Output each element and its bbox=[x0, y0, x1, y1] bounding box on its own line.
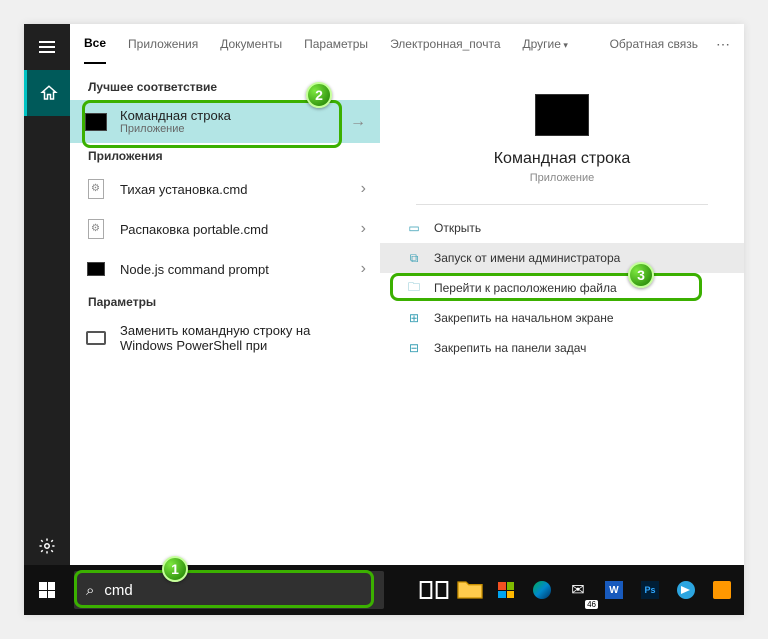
action-run-as-admin[interactable]: ⧉ Запуск от имени администратора bbox=[380, 243, 744, 273]
divider bbox=[416, 204, 707, 205]
tab-email[interactable]: Электронная_почта bbox=[390, 25, 500, 63]
expand-arrow-icon[interactable]: → bbox=[350, 113, 366, 131]
home-icon bbox=[40, 84, 58, 102]
annotation-badge-2: 2 bbox=[306, 82, 332, 108]
chevron-right-icon: › bbox=[361, 260, 366, 278]
results-column: Лучшее соответствие Командная строка При… bbox=[70, 64, 380, 565]
home-button[interactable] bbox=[24, 70, 70, 116]
pin-icon: ⊞ bbox=[406, 310, 422, 326]
store-icon bbox=[498, 582, 514, 598]
section-best-match: Лучшее соответствие bbox=[70, 74, 380, 100]
filter-tabs: Все Приложения Документы Параметры Элект… bbox=[70, 24, 744, 64]
tab-settings[interactable]: Параметры bbox=[304, 25, 368, 63]
action-label: Закрепить на панели задач bbox=[434, 341, 586, 355]
photoshop-icon: Ps bbox=[641, 581, 659, 599]
preview-column: Командная строка Приложение ▭ Открыть ⧉ … bbox=[380, 64, 744, 565]
action-pin-start[interactable]: ⊞ Закрепить на начальном экране bbox=[380, 303, 744, 333]
sublime-button[interactable] bbox=[706, 573, 738, 607]
action-pin-taskbar[interactable]: ⊟ Закрепить на панели задач bbox=[380, 333, 744, 363]
feedback-link[interactable]: Обратная связь bbox=[610, 37, 698, 51]
tab-all[interactable]: Все bbox=[84, 24, 106, 64]
action-open-location[interactable]: 🗀 Перейти к расположению файла bbox=[380, 273, 744, 303]
chevron-right-icon: › bbox=[361, 180, 366, 198]
word-button[interactable]: W bbox=[598, 573, 630, 607]
result-app-item[interactable]: Node.js command prompt › bbox=[70, 249, 380, 289]
folder-icon bbox=[454, 574, 486, 606]
taskbar: ⌕ ✉46 W Ps bbox=[24, 565, 744, 615]
shield-icon: ⧉ bbox=[406, 250, 422, 266]
more-options-button[interactable]: ⋯ bbox=[716, 36, 730, 53]
gear-icon bbox=[38, 537, 56, 555]
sidebar bbox=[24, 24, 70, 615]
search-box[interactable]: ⌕ bbox=[74, 571, 384, 609]
tab-apps[interactable]: Приложения bbox=[128, 25, 198, 63]
settings-button[interactable] bbox=[24, 523, 70, 569]
script-icon bbox=[88, 179, 104, 199]
pin-icon: ⊟ bbox=[406, 340, 422, 356]
tab-docs[interactable]: Документы bbox=[220, 25, 282, 63]
action-label: Запуск от имени администратора bbox=[434, 251, 620, 265]
windows-logo-icon bbox=[39, 582, 55, 598]
section-apps: Приложения bbox=[70, 143, 380, 169]
mail-button[interactable]: ✉46 bbox=[562, 573, 594, 607]
terminal-icon bbox=[85, 113, 107, 131]
folder-icon: 🗀 bbox=[406, 280, 422, 296]
menu-button[interactable] bbox=[24, 24, 70, 70]
tab-more[interactable]: Другие bbox=[523, 25, 568, 63]
telegram-icon bbox=[677, 581, 695, 599]
search-panel: Все Приложения Документы Параметры Элект… bbox=[70, 24, 744, 565]
result-app-item[interactable]: Тихая установка.cmd › bbox=[70, 169, 380, 209]
result-title: Заменить командную строку на Windows Pow… bbox=[120, 323, 366, 353]
result-app-item[interactable]: Распаковка portable.cmd › bbox=[70, 209, 380, 249]
photoshop-button[interactable]: Ps bbox=[634, 573, 666, 607]
taskbar-tray: ✉46 W Ps bbox=[418, 573, 744, 607]
task-view-button[interactable] bbox=[418, 573, 450, 607]
preview-terminal-icon bbox=[535, 94, 589, 136]
action-open[interactable]: ▭ Открыть bbox=[380, 213, 744, 243]
search-icon: ⌕ bbox=[86, 582, 94, 599]
hamburger-icon bbox=[39, 41, 55, 53]
annotation-badge-1: 1 bbox=[162, 556, 188, 582]
result-title: Node.js command prompt bbox=[120, 262, 361, 277]
explorer-button[interactable] bbox=[454, 573, 486, 607]
word-icon: W bbox=[605, 581, 623, 599]
preview-title: Командная строка bbox=[494, 150, 631, 168]
chevron-right-icon: › bbox=[361, 220, 366, 238]
swap-icon bbox=[86, 331, 106, 345]
preview-subtitle: Приложение bbox=[530, 172, 595, 184]
annotation-badge-3: 3 bbox=[628, 262, 654, 288]
action-label: Закрепить на начальном экране bbox=[434, 311, 614, 325]
section-settings: Параметры bbox=[70, 289, 380, 315]
result-title: Командная строка bbox=[120, 108, 350, 123]
open-icon: ▭ bbox=[406, 220, 422, 236]
telegram-button[interactable] bbox=[670, 573, 702, 607]
search-input[interactable] bbox=[104, 582, 372, 599]
sublime-icon bbox=[713, 581, 731, 599]
task-view-icon bbox=[418, 574, 450, 606]
mail-count-badge: 46 bbox=[585, 600, 598, 609]
terminal-icon bbox=[87, 262, 105, 276]
action-label: Открыть bbox=[434, 221, 481, 235]
store-button[interactable] bbox=[490, 573, 522, 607]
start-button[interactable] bbox=[24, 565, 70, 615]
edge-icon bbox=[533, 581, 551, 599]
result-command-prompt[interactable]: Командная строка Приложение → bbox=[70, 100, 380, 143]
script-icon bbox=[88, 219, 104, 239]
result-subtitle: Приложение bbox=[120, 123, 350, 135]
result-setting-item[interactable]: Заменить командную строку на Windows Pow… bbox=[70, 315, 380, 361]
edge-button[interactable] bbox=[526, 573, 558, 607]
action-label: Перейти к расположению файла bbox=[434, 281, 617, 295]
result-title: Распаковка portable.cmd bbox=[120, 222, 361, 237]
mail-icon: ✉ bbox=[571, 580, 584, 600]
result-title: Тихая установка.cmd bbox=[120, 182, 361, 197]
